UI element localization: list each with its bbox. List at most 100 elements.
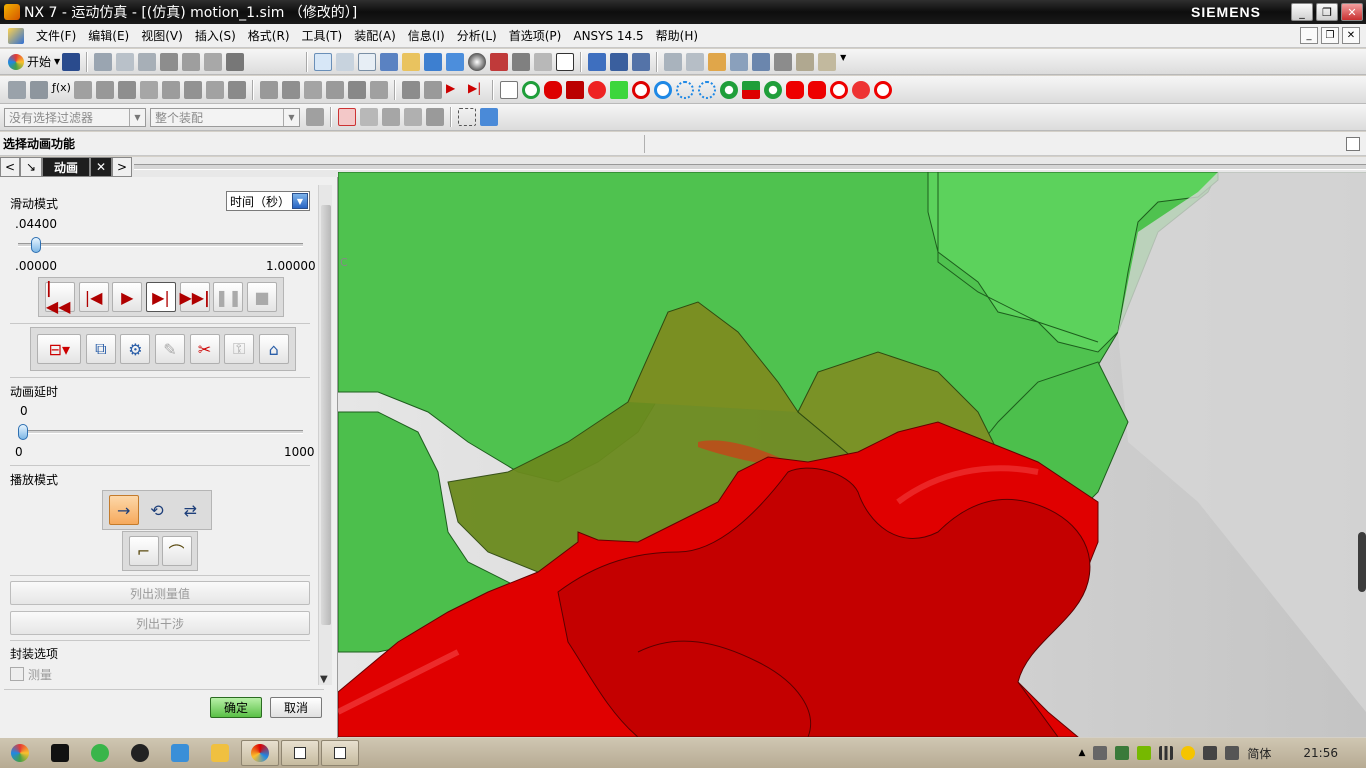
- red-burst-2-icon[interactable]: [808, 80, 826, 99]
- more-icon[interactable]: ▼: [840, 53, 858, 71]
- tray-device-icon[interactable]: [1093, 746, 1108, 760]
- green-wheel-icon[interactable]: [720, 80, 738, 99]
- touch-mode-icon[interactable]: [226, 52, 245, 71]
- sensor-icon[interactable]: [774, 52, 793, 71]
- delay-slider-thumb[interactable]: [18, 424, 28, 440]
- ok-button[interactable]: 确定: [210, 697, 262, 718]
- export-icon[interactable]: [370, 80, 388, 99]
- face-icon[interactable]: [382, 108, 400, 126]
- blue-box-icon[interactable]: [480, 108, 498, 126]
- anim-first-icon[interactable]: [402, 80, 420, 99]
- move-component-icon[interactable]: [632, 52, 651, 71]
- taskbar-window-2[interactable]: [281, 740, 319, 766]
- green-chain-icon[interactable]: [610, 80, 628, 99]
- nx-menu-icon[interactable]: [8, 27, 24, 44]
- connector-icon[interactable]: [730, 52, 749, 71]
- set-wcs-icon[interactable]: [610, 52, 629, 71]
- red-cube-icon[interactable]: [490, 52, 509, 71]
- previous-frame-button[interactable]: |◀: [78, 282, 109, 312]
- tray-nvidia-icon[interactable]: [1137, 746, 1152, 760]
- layout-icon[interactable]: [534, 52, 553, 71]
- red-link-3-icon[interactable]: [874, 80, 892, 99]
- start-menu-icon[interactable]: [2, 740, 38, 766]
- damper-icon[interactable]: [118, 80, 136, 99]
- list-measure-button[interactable]: 列出测量值: [10, 581, 310, 605]
- solve-icon[interactable]: [304, 80, 322, 99]
- home-icon[interactable]: ⌂: [258, 334, 289, 364]
- taskbar-app-a-icon[interactable]: [42, 740, 78, 766]
- articulation-icon[interactable]: [326, 80, 344, 99]
- doc-close-button[interactable]: ✕: [1342, 27, 1360, 44]
- tab-next-button[interactable]: >: [112, 157, 132, 177]
- trace-icon[interactable]: ⧉: [85, 334, 116, 364]
- undo-icon[interactable]: [182, 52, 201, 71]
- snap-view-icon[interactable]: [588, 52, 607, 71]
- tray-volume-icon[interactable]: [1225, 746, 1240, 760]
- rect-select-icon[interactable]: [458, 108, 476, 126]
- minimize-button[interactable]: _: [1291, 3, 1313, 21]
- tab-animation[interactable]: 动画: [42, 157, 90, 177]
- link-icon[interactable]: [30, 80, 48, 99]
- delete-icon[interactable]: [160, 52, 179, 71]
- blank-page-icon[interactable]: [500, 80, 518, 99]
- tray-network-icon[interactable]: [1115, 746, 1130, 760]
- function-icon[interactable]: ƒ(x): [52, 81, 71, 99]
- menu-file[interactable]: 文件(F): [30, 27, 82, 44]
- point-icon[interactable]: [686, 52, 705, 71]
- time-slider-thumb[interactable]: [30, 237, 41, 253]
- anim-prev-icon[interactable]: [424, 80, 442, 99]
- play-button[interactable]: ▶: [112, 282, 143, 312]
- green-ring-icon[interactable]: [522, 80, 540, 99]
- loop-icon[interactable]: ⟲: [142, 495, 172, 525]
- view-cube-icon[interactable]: [446, 52, 465, 71]
- blue-ring-icon[interactable]: [654, 80, 672, 99]
- anim-play-icon[interactable]: ▶: [446, 81, 464, 99]
- link-track-2-icon[interactable]: ⌒: [161, 536, 192, 566]
- bushing-icon[interactable]: [140, 80, 158, 99]
- red-link-2-icon[interactable]: [852, 80, 870, 99]
- chevron-down-icon[interactable]: ▼: [320, 674, 328, 685]
- last-frame-button[interactable]: ▶▶|: [179, 282, 210, 312]
- graph-icon[interactable]: [348, 80, 366, 99]
- menu-preferences[interactable]: 首选项(P): [503, 27, 568, 44]
- red-gear-icon[interactable]: [588, 80, 606, 99]
- close-button[interactable]: ✕: [1341, 3, 1363, 21]
- layer-icon[interactable]: [8, 80, 26, 99]
- marker-icon[interactable]: [752, 52, 771, 71]
- menu-view[interactable]: 视图(V): [135, 27, 189, 44]
- component-icon[interactable]: [426, 108, 444, 126]
- grey-cube-icon[interactable]: [512, 52, 531, 71]
- first-frame-button[interactable]: |◀◀: [44, 278, 75, 316]
- copy-icon[interactable]: [116, 52, 135, 71]
- lock-icon[interactable]: ⚿: [224, 334, 255, 364]
- menu-information[interactable]: 信息(I): [402, 27, 451, 44]
- tab-close-button[interactable]: ✕: [90, 157, 112, 177]
- dialog-scroll-thumb[interactable]: [321, 205, 331, 625]
- doc-restore-button[interactable]: ❐: [1321, 27, 1339, 44]
- red-burst-icon[interactable]: [786, 80, 804, 99]
- play-once-icon[interactable]: →: [108, 495, 139, 525]
- delay-slider-track[interactable]: [18, 430, 303, 434]
- green-red-icon[interactable]: [742, 80, 760, 99]
- next-frame-button[interactable]: ▶|: [145, 282, 176, 312]
- taskbar-qq-icon[interactable]: [122, 740, 158, 766]
- menu-tools[interactable]: 工具(T): [296, 27, 349, 44]
- graphics-window[interactable]: C: [338, 172, 1366, 737]
- taskbar-app-blue-icon[interactable]: [162, 740, 198, 766]
- solution-icon[interactable]: [282, 80, 300, 99]
- start-button[interactable]: 开始 ▼: [8, 53, 60, 70]
- trace-icon[interactable]: [818, 52, 837, 71]
- tray-expand-icon[interactable]: ▲: [1078, 748, 1085, 758]
- cut-icon[interactable]: [94, 52, 113, 71]
- marker-icon[interactable]: ✎: [154, 334, 185, 364]
- taskbar-folder-icon[interactable]: [202, 740, 238, 766]
- menu-ansys[interactable]: ANSYS 14.5: [567, 29, 649, 43]
- pause-button[interactable]: ❚❚: [213, 282, 244, 312]
- rotate-icon[interactable]: [380, 52, 399, 71]
- solver-icon[interactable]: [260, 80, 278, 99]
- sketch-icon[interactable]: [664, 52, 683, 71]
- zoom-window-icon[interactable]: [336, 52, 355, 71]
- spring-icon[interactable]: [96, 80, 114, 99]
- dialog-scrollbar[interactable]: ▼: [318, 185, 332, 685]
- pan-icon[interactable]: [402, 52, 421, 71]
